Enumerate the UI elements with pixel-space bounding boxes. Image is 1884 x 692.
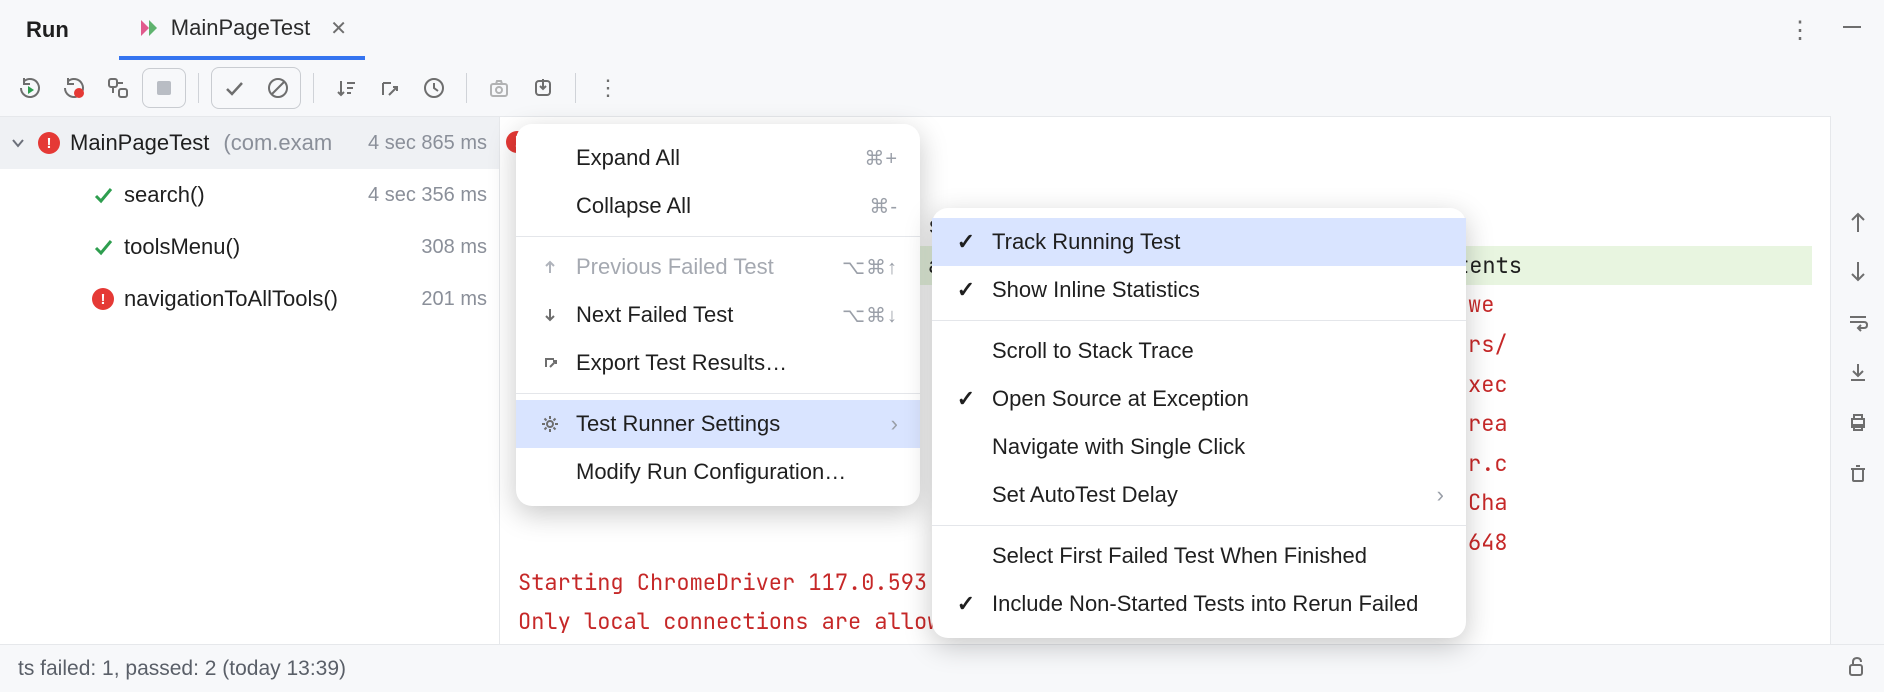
console-line: Only local connections are allow xyxy=(518,607,940,636)
scroll-down-icon[interactable] xyxy=(1842,256,1874,288)
check-icon: ✓ xyxy=(954,386,978,412)
minimize-icon[interactable] xyxy=(1840,15,1864,45)
tool-window-title: Run xyxy=(26,17,69,43)
run-tab[interactable]: MainPageTest ✕ xyxy=(119,0,365,60)
console-line: Starting ChromeDriver 117.0.593 xyxy=(518,568,927,597)
soft-wrap-icon[interactable] xyxy=(1842,306,1874,338)
test-time: 308 ms xyxy=(421,236,487,259)
run-toolbar: ⋮ xyxy=(0,60,1884,116)
clear-icon[interactable] xyxy=(1842,456,1874,488)
import-button[interactable] xyxy=(523,68,563,108)
error-icon: ! xyxy=(90,288,116,310)
tree-row[interactable]: ! navigationToAllTools() 201 ms xyxy=(0,273,499,325)
expand-all-button[interactable] xyxy=(370,68,410,108)
test-run-icon xyxy=(137,16,161,40)
toolbar-divider xyxy=(198,73,199,103)
menu-export-results[interactable]: Export Test Results… xyxy=(516,339,920,387)
rerun-failed-button[interactable] xyxy=(54,68,94,108)
toolbar-divider xyxy=(466,73,467,103)
menu-separator xyxy=(516,236,920,237)
context-menu: Expand All ⌘+ Collapse All ⌘- Previous F… xyxy=(516,124,920,506)
stop-button[interactable] xyxy=(142,68,186,108)
menu-open-source-at-exception[interactable]: ✓ Open Source at Exception xyxy=(932,375,1466,423)
test-name: navigationToAllTools() xyxy=(124,286,338,312)
gear-icon xyxy=(538,415,562,433)
arrow-down-icon xyxy=(538,307,562,323)
menu-track-running-test[interactable]: ✓ Track Running Test xyxy=(932,218,1466,266)
menu-collapse-all[interactable]: Collapse All ⌘- xyxy=(516,182,920,230)
tree-root-time: 4 sec 865 ms xyxy=(368,132,487,155)
status-text: ts failed: 1, passed: 2 (today 13:39) xyxy=(18,657,346,681)
menu-show-inline-statistics[interactable]: ✓ Show Inline Statistics xyxy=(932,266,1466,314)
more-icon[interactable]: ⋮ xyxy=(1788,16,1812,45)
export-icon xyxy=(538,355,562,371)
more-options-button[interactable]: ⋮ xyxy=(588,68,628,108)
toolbar-divider xyxy=(575,73,576,103)
tab-label: MainPageTest xyxy=(171,15,310,41)
toggle-auto-test-button[interactable] xyxy=(98,68,138,108)
menu-previous-failed[interactable]: Previous Failed Test ⌥⌘↑ xyxy=(516,243,920,291)
test-tree[interactable]: ! MainPageTest (com.exam 4 sec 865 ms se… xyxy=(0,117,500,644)
menu-include-non-started[interactable]: ✓ Include Non-Started Tests into Rerun F… xyxy=(932,580,1466,628)
menu-separator xyxy=(516,393,920,394)
test-name: toolsMenu() xyxy=(124,234,240,260)
print-icon[interactable] xyxy=(1842,406,1874,438)
sort-button[interactable] xyxy=(326,68,366,108)
menu-separator xyxy=(932,525,1466,526)
history-button[interactable] xyxy=(414,68,454,108)
chevron-down-icon[interactable] xyxy=(8,136,28,150)
menu-separator xyxy=(932,320,1466,321)
chevron-right-icon: › xyxy=(891,411,898,437)
run-header: Run MainPageTest ✕ ⋮ xyxy=(0,0,1884,60)
tree-root-name: MainPageTest xyxy=(70,130,209,156)
submenu-test-runner-settings: ✓ Track Running Test ✓ Show Inline Stati… xyxy=(932,208,1466,638)
tree-root-row[interactable]: ! MainPageTest (com.exam 4 sec 865 ms xyxy=(0,117,499,169)
show-passed-button[interactable] xyxy=(212,68,256,108)
test-name: search() xyxy=(124,182,205,208)
test-time: 4 sec 356 ms xyxy=(368,184,487,207)
show-ignored-button[interactable] xyxy=(256,68,300,108)
arrow-up-icon xyxy=(538,259,562,275)
tree-root-package: (com.exam xyxy=(223,130,332,156)
status-bar: ts failed: 1, passed: 2 (today 13:39) xyxy=(0,644,1884,692)
check-icon: ✓ xyxy=(954,277,978,303)
pass-icon xyxy=(90,185,116,205)
menu-select-first-failed[interactable]: Select First Failed Test When Finished xyxy=(932,532,1466,580)
tree-row[interactable]: search() 4 sec 356 ms xyxy=(0,169,499,221)
rerun-button[interactable] xyxy=(10,68,50,108)
error-icon: ! xyxy=(36,132,62,154)
lock-icon[interactable] xyxy=(1846,655,1866,683)
pass-icon xyxy=(90,237,116,257)
scroll-to-end-icon[interactable] xyxy=(1842,356,1874,388)
console-gutter xyxy=(1830,116,1884,692)
scroll-up-icon[interactable] xyxy=(1842,206,1874,238)
toolbar-divider xyxy=(313,73,314,103)
check-icon: ✓ xyxy=(954,229,978,255)
chevron-right-icon: › xyxy=(1437,482,1444,508)
test-time: 201 ms xyxy=(421,288,487,311)
menu-modify-run-config[interactable]: Modify Run Configuration… xyxy=(516,448,920,496)
menu-expand-all[interactable]: Expand All ⌘+ xyxy=(516,134,920,182)
check-icon: ✓ xyxy=(954,591,978,617)
menu-next-failed[interactable]: Next Failed Test ⌥⌘↓ xyxy=(516,291,920,339)
close-icon[interactable]: ✕ xyxy=(330,16,347,41)
menu-test-runner-settings[interactable]: Test Runner Settings › xyxy=(516,400,920,448)
screenshot-button[interactable] xyxy=(479,68,519,108)
menu-scroll-to-stack-trace[interactable]: Scroll to Stack Trace xyxy=(932,327,1466,375)
menu-set-autotest-delay[interactable]: Set AutoTest Delay › xyxy=(932,471,1466,519)
tree-row[interactable]: toolsMenu() 308 ms xyxy=(0,221,499,273)
menu-navigate-single-click[interactable]: Navigate with Single Click xyxy=(932,423,1466,471)
